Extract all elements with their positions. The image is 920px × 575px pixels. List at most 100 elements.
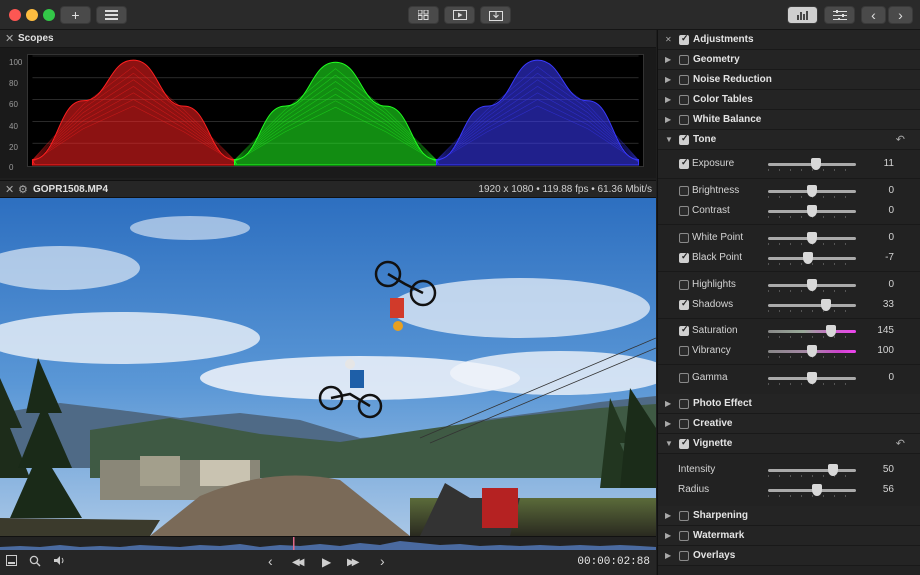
- creative-checkbox[interactable]: [679, 419, 689, 429]
- disclosure-triangle-icon[interactable]: ▶: [665, 399, 671, 408]
- section-label: Overlays: [693, 550, 736, 561]
- section-color-tables[interactable]: ▶ Color Tables: [658, 90, 920, 110]
- slider-label: Exposure: [692, 158, 735, 169]
- add-button[interactable]: +: [60, 6, 91, 24]
- disclosure-triangle-icon[interactable]: ▶: [665, 531, 671, 540]
- black-point-checkbox[interactable]: [679, 251, 689, 263]
- highlights-checkbox[interactable]: [679, 280, 689, 290]
- disclosure-triangle-icon[interactable]: ▶: [665, 551, 671, 560]
- list-view-button[interactable]: [96, 6, 127, 24]
- close-clip-icon[interactable]: ✕: [5, 183, 14, 196]
- section-sharpening[interactable]: ▶ Sharpening: [658, 506, 920, 526]
- saturation-checkbox[interactable]: [679, 324, 689, 336]
- vibrancy-slider-knob[interactable]: [807, 345, 817, 357]
- watermark-checkbox[interactable]: [679, 531, 689, 541]
- next-frame-button[interactable]: ›: [380, 553, 385, 569]
- video-preview[interactable]: [0, 198, 656, 536]
- saturation-slider-track[interactable]: [768, 330, 856, 333]
- disclosure-triangle-icon[interactable]: ▶: [665, 75, 671, 84]
- highlights-slider-knob[interactable]: [807, 279, 817, 291]
- scopes-toggle-button[interactable]: [787, 6, 818, 24]
- section-label: Color Tables: [693, 94, 753, 105]
- disclosure-triangle-open-icon[interactable]: ▼: [665, 439, 673, 448]
- export-button[interactable]: [480, 6, 511, 24]
- contrast-checkbox[interactable]: [679, 206, 689, 216]
- overlays-checkbox[interactable]: [679, 551, 689, 561]
- disclosure-triangle-icon[interactable]: ▶: [665, 55, 671, 64]
- color-tables-checkbox[interactable]: [679, 95, 689, 105]
- brightness-slider-knob[interactable]: [807, 185, 817, 197]
- disclosure-triangle-icon[interactable]: ▶: [665, 95, 671, 104]
- slider-value: 50: [882, 464, 894, 475]
- slider-value: 0: [888, 185, 894, 196]
- section-creative[interactable]: ▶ Creative: [658, 414, 920, 434]
- section-watermark[interactable]: ▶ Watermark: [658, 526, 920, 546]
- histogram-icon: [796, 11, 808, 20]
- disclosure-triangle-icon[interactable]: ▶: [665, 115, 671, 124]
- slider-label: White Point: [692, 232, 744, 243]
- fast-forward-button[interactable]: ▶▶: [347, 557, 360, 568]
- gamma-checkbox[interactable]: [679, 373, 689, 383]
- disclosure-triangle-open-icon[interactable]: ▼: [665, 135, 673, 144]
- audio-waveform: [0, 537, 656, 551]
- shadows-checkbox[interactable]: [679, 298, 689, 310]
- noise-reduction-checkbox[interactable]: [679, 75, 689, 85]
- close-adjustments-icon[interactable]: ✕: [665, 35, 672, 44]
- minimize-window-button[interactable]: [26, 9, 38, 21]
- section-noise-reduction[interactable]: ▶ Noise Reduction: [658, 70, 920, 90]
- adjustments-toggle-button[interactable]: [824, 6, 855, 24]
- playhead[interactable]: [293, 537, 295, 551]
- shadows-slider-knob[interactable]: [821, 299, 832, 311]
- section-photo-effect[interactable]: ▶ Photo Effect: [658, 394, 920, 414]
- gear-icon[interactable]: ⚙: [18, 183, 28, 196]
- volume-icon[interactable]: [53, 555, 66, 569]
- rewind-button[interactable]: ◀◀: [292, 557, 305, 568]
- brightness-checkbox[interactable]: [679, 186, 689, 196]
- white-point-checkbox[interactable]: [679, 233, 689, 243]
- play-button[interactable]: ▶: [322, 555, 331, 569]
- reset-icon[interactable]: ↶: [896, 437, 905, 450]
- geometry-checkbox[interactable]: [679, 55, 689, 65]
- white-balance-checkbox[interactable]: [679, 115, 689, 125]
- photo-effect-checkbox[interactable]: [679, 399, 689, 409]
- contrast-slider-knob[interactable]: [807, 205, 817, 217]
- section-tone[interactable]: ▼ Tone ↶: [658, 130, 920, 150]
- sharpening-checkbox[interactable]: [679, 511, 689, 521]
- close-window-button[interactable]: [9, 9, 21, 21]
- previous-button[interactable]: ‹: [861, 6, 886, 24]
- section-vignette[interactable]: ▼ Vignette ↶: [658, 434, 920, 454]
- grid-view-button[interactable]: [408, 6, 439, 24]
- y-tick: 60: [9, 100, 18, 109]
- section-label: Creative: [693, 418, 733, 429]
- exposure-checkbox[interactable]: [679, 157, 689, 169]
- disclosure-triangle-icon[interactable]: ▶: [665, 511, 671, 520]
- white-point-slider-knob[interactable]: [807, 232, 817, 244]
- next-button[interactable]: ›: [888, 6, 913, 24]
- clip-thumbnail-icon[interactable]: [6, 555, 17, 569]
- previous-frame-button[interactable]: ‹: [268, 553, 273, 569]
- adjustments-checkbox[interactable]: [679, 33, 689, 45]
- adjustments-header[interactable]: ✕ Adjustments: [658, 30, 920, 50]
- disclosure-triangle-icon[interactable]: ▶: [665, 419, 671, 428]
- reset-icon[interactable]: ↶: [896, 133, 905, 146]
- slider-row-saturation: Saturation 145: [658, 321, 920, 341]
- slider-row-contrast: Contrast 0: [658, 201, 920, 221]
- clip-filename: GOPR1508.MP4: [33, 184, 109, 195]
- zoom-window-button[interactable]: [43, 9, 55, 21]
- intensity-slider-track[interactable]: [768, 469, 856, 472]
- timeline-waveform[interactable]: [0, 536, 656, 551]
- zoom-icon[interactable]: [29, 555, 41, 570]
- shadows-slider-track[interactable]: [768, 304, 856, 307]
- gamma-slider-knob[interactable]: [807, 372, 817, 384]
- vibrancy-checkbox[interactable]: [679, 346, 689, 356]
- vignette-checkbox[interactable]: [679, 437, 689, 449]
- window-toolbar: + ‹ ›: [0, 0, 920, 30]
- player-view-button[interactable]: [444, 6, 475, 24]
- section-label: Geometry: [693, 54, 740, 65]
- section-overlays[interactable]: ▶ Overlays: [658, 546, 920, 566]
- tone-checkbox[interactable]: [679, 133, 689, 145]
- section-geometry[interactable]: ▶ Geometry: [658, 50, 920, 70]
- slider-row-black-point: Black Point -7: [658, 248, 920, 268]
- section-white-balance[interactable]: ▶ White Balance: [658, 110, 920, 130]
- close-scopes-icon[interactable]: ✕: [5, 32, 14, 45]
